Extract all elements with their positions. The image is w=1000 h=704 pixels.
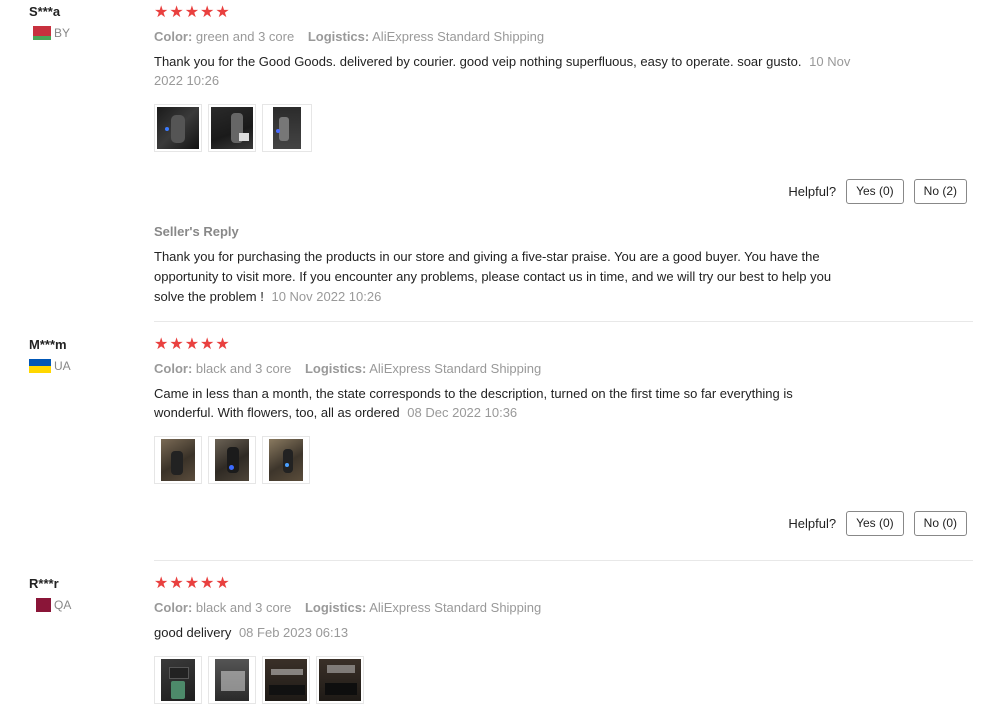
logistics-label: Logistics: [304, 361, 367, 376]
review-photos [154, 436, 874, 484]
helpful-votes: Helpful? Yes (0) No (0) [788, 511, 967, 536]
reviewer-country: UA [29, 359, 71, 373]
review-photo-thumbnail[interactable] [154, 656, 202, 704]
reviewer-info: M***m UA [29, 337, 71, 373]
color-label: Color: [154, 361, 193, 376]
logistics-label: Logistics: [307, 29, 370, 44]
reviewer-country: BY [29, 26, 70, 40]
helpful-label: Helpful? [788, 184, 837, 199]
review-divider [154, 560, 973, 561]
review-text: Thank you for the Good Goods. delivered … [154, 52, 864, 90]
ukraine-flag-icon [29, 359, 51, 373]
review-content: good delivery [154, 625, 232, 640]
star-rating: ★★★★★ [154, 575, 231, 592]
logistics-value: AliExpress Standard Shipping [372, 29, 545, 44]
review-photo-thumbnail[interactable] [262, 436, 310, 484]
review-date: 08 Feb 2023 06:13 [238, 625, 349, 640]
review-body: ★★★★★ Color: black and 3 core Logistics:… [154, 576, 874, 704]
review-photo-thumbnail[interactable] [208, 436, 256, 484]
review-photo-thumbnail[interactable] [316, 656, 364, 704]
reviewer-info: S***a BY [29, 4, 70, 40]
review-content: Thank you for the Good Goods. delivered … [154, 54, 802, 69]
country-code: UA [54, 359, 71, 373]
seller-reply-body: Thank you for purchasing the products in… [154, 247, 834, 307]
reviewer-country: QA [29, 598, 71, 612]
review-photo-thumbnail[interactable] [262, 104, 312, 152]
helpful-yes-button[interactable]: Yes (0) [846, 511, 904, 536]
review-meta: Color: black and 3 core Logistics: AliEx… [154, 361, 874, 376]
review-meta: Color: black and 3 core Logistics: AliEx… [154, 600, 874, 615]
review-meta: Color: green and 3 core Logistics: AliEx… [154, 29, 874, 44]
country-code: QA [54, 598, 72, 612]
seller-reply: Seller's Reply Thank you for purchasing … [154, 224, 874, 307]
color-value: green and 3 core [195, 29, 295, 44]
qatar-flag-icon [29, 598, 51, 612]
reviewer-name: S***a [29, 4, 61, 19]
helpful-votes: Helpful? Yes (0) No (2) [788, 179, 967, 204]
belarus-flag-icon [29, 26, 51, 40]
logistics-value: AliExpress Standard Shipping [369, 600, 542, 615]
color-label: Color: [154, 29, 193, 44]
review-divider [154, 321, 973, 322]
color-value: black and 3 core [195, 600, 292, 615]
helpful-no-button[interactable]: No (2) [913, 179, 967, 204]
review-photo-thumbnail[interactable] [208, 656, 256, 704]
review-photo-thumbnail[interactable] [208, 104, 256, 152]
review-photos [154, 104, 874, 152]
reviewer-info: R***r QA [29, 576, 71, 612]
reviewer-name: M***m [29, 337, 67, 352]
color-label: Color: [154, 600, 193, 615]
helpful-label: Helpful? [788, 516, 837, 531]
color-value: black and 3 core [195, 361, 292, 376]
review-body: ★★★★★ Color: black and 3 core Logistics:… [154, 337, 874, 484]
review-photo-thumbnail[interactable] [154, 104, 202, 152]
review-body: ★★★★★ Color: green and 3 core Logistics:… [154, 5, 874, 152]
seller-reply-date: 10 Nov 2022 10:26 [271, 289, 382, 304]
star-rating: ★★★★★ [154, 336, 231, 353]
seller-reply-text: Thank you for purchasing the products in… [154, 249, 832, 304]
seller-reply-title: Seller's Reply [154, 224, 239, 239]
review-photo-thumbnail[interactable] [262, 656, 310, 704]
logistics-value: AliExpress Standard Shipping [369, 361, 542, 376]
logistics-label: Logistics: [304, 600, 367, 615]
country-code: BY [54, 26, 71, 40]
review-date: 08 Dec 2022 10:36 [407, 405, 518, 420]
review-photos [154, 656, 874, 704]
star-rating: ★★★★★ [154, 4, 231, 21]
review-text: good delivery 08 Feb 2023 06:13 [154, 623, 864, 642]
helpful-no-button[interactable]: No (0) [913, 511, 967, 536]
helpful-yes-button[interactable]: Yes (0) [846, 179, 904, 204]
reviewer-name: R***r [29, 576, 59, 591]
review-photo-thumbnail[interactable] [154, 436, 202, 484]
review-text: Came in less than a month, the state cor… [154, 384, 844, 422]
